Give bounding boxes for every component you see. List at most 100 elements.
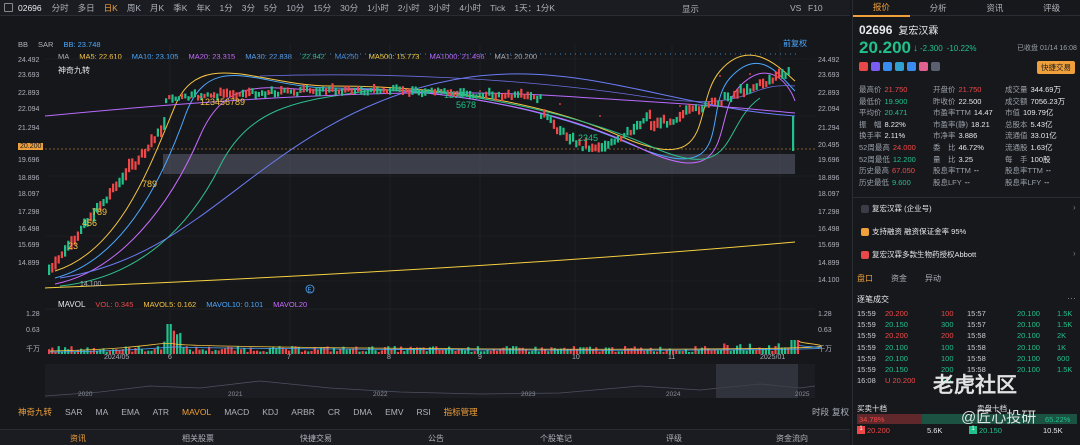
indicator-tab[interactable]: MA	[96, 407, 109, 417]
indicator-tab[interactable]: ARBR	[291, 407, 315, 417]
footer-tab[interactable]: 评级	[666, 433, 682, 444]
candle	[792, 116, 795, 151]
info-row-news[interactable]: 复宏汉霖多款生物药授权Abbott	[861, 249, 976, 260]
price-change-pct: -10.22%	[946, 43, 977, 53]
trade-cell: 300	[941, 320, 954, 330]
footer-tab[interactable]: 公告	[428, 433, 444, 444]
candle	[160, 125, 163, 138]
period-tab[interactable]: 1分	[220, 2, 233, 14]
period-tab[interactable]: 1小时	[367, 2, 389, 14]
period-tab[interactable]: 15分	[313, 2, 331, 14]
period-tab[interactable]: 分时	[52, 2, 69, 14]
stat-value: --	[1044, 177, 1050, 187]
mavol-line: MAVOL VOL: 0.345 MAVOL5: 0.162 MAVOL10: …	[58, 298, 317, 310]
period-tab[interactable]: 5分	[264, 2, 277, 14]
candle	[382, 87, 385, 93]
period-tabs: 分时 多日 日K 周K 月K 季K 年K 1分 3分 5分 10分 15分 30分 1小时 2小时 3小时 4小…	[52, 2, 564, 14]
quote-tab[interactable]: 评级	[1023, 0, 1080, 16]
stat-item: 股息率LFY --	[1005, 177, 1049, 188]
candle	[742, 88, 745, 98]
info-row-company[interactable]: 复宏汉霖 (企业号)	[861, 203, 932, 214]
indicator-tab[interactable]: ATR	[153, 407, 169, 417]
quick-trade-button[interactable]: 快捷交易	[1037, 61, 1075, 74]
stat-value: 9.600	[892, 177, 911, 187]
volume-bar	[169, 324, 172, 354]
fuquan-button[interactable]: 复权	[832, 406, 849, 418]
info-row-margin[interactable]: 支持融资 融资保证金率 95%	[861, 226, 966, 237]
volume-bar	[265, 351, 268, 354]
shiduan-button[interactable]: 时段	[812, 406, 829, 418]
indicator-tab[interactable]: 指标管理	[444, 406, 478, 418]
period-tab[interactable]: 周K	[127, 2, 141, 14]
stat-item: 每 手 100股	[1005, 154, 1051, 165]
chevron-right-icon[interactable]: ›	[1073, 249, 1076, 258]
mavol-title: MAVOL	[58, 299, 86, 309]
chevron-right-icon[interactable]: ›	[1073, 203, 1076, 212]
stat-item: 总股本 5.43亿	[1005, 119, 1053, 130]
period-tab[interactable]: 30分	[340, 2, 358, 14]
f10-button[interactable]: F10	[808, 3, 823, 13]
period-tab[interactable]: 月K	[150, 2, 164, 14]
price-tick: 18.896	[18, 175, 40, 182]
time-tick: 10	[572, 354, 580, 361]
period-tab[interactable]: 2小时	[398, 2, 420, 14]
quote-tab[interactable]: 报价	[853, 0, 910, 17]
indicator-tab[interactable]: RSI	[417, 407, 431, 417]
vs-button[interactable]: VS	[790, 3, 801, 13]
price-tick: 22.893	[818, 90, 840, 97]
period-tab[interactable]: Tick	[490, 3, 505, 13]
candle	[685, 105, 688, 115]
footer-tab[interactable]: 个股笔记	[540, 433, 572, 444]
indicator-tab[interactable]: EMA	[121, 407, 139, 417]
indicator-tab[interactable]: EMV	[385, 407, 403, 417]
trade-cell: 20.100	[1017, 342, 1040, 352]
period-tab[interactable]: 日K	[104, 2, 118, 14]
volume-bar	[316, 349, 319, 354]
candle	[121, 172, 124, 185]
candle	[137, 155, 140, 165]
depth-tab[interactable]: 盘口	[857, 273, 873, 284]
period-tab[interactable]: 季K	[173, 2, 187, 14]
indicator-tab[interactable]: MAVOL	[182, 407, 211, 417]
trade-cell: 20.100	[885, 342, 908, 352]
candle	[411, 86, 414, 95]
indicator-tab[interactable]: KDJ	[262, 407, 278, 417]
time-tick: 2025/01	[760, 354, 786, 361]
display-button[interactable]: 显示	[682, 3, 699, 15]
volume-bar	[140, 348, 143, 354]
period-tab[interactable]: 多日	[78, 2, 95, 14]
expand-icon[interactable]: ⋯	[1067, 293, 1076, 304]
candle	[556, 127, 559, 135]
depth-tab[interactable]: 资金	[891, 273, 907, 284]
volume-bar	[192, 351, 195, 354]
indicator-tab[interactable]: SAR	[65, 407, 82, 417]
quote-tab[interactable]: 资讯	[967, 0, 1024, 16]
candle	[257, 91, 260, 97]
period-tab[interactable]: 3分	[242, 2, 255, 14]
stat-label: 平均价	[859, 108, 882, 118]
candle	[581, 146, 584, 152]
stat-item: 历史最低 9.600	[859, 177, 911, 188]
period-tab[interactable]: 年K	[196, 2, 210, 14]
menu-icon[interactable]	[4, 3, 13, 12]
period-tab[interactable]: 4小时	[459, 2, 481, 14]
indicator-tab[interactable]: MACD	[224, 407, 249, 417]
period-tab[interactable]: 1天：1分K	[514, 2, 555, 14]
footer-tab[interactable]: 相关股票	[182, 433, 214, 444]
period-tab[interactable]: 10分	[286, 2, 304, 14]
footer-tab[interactable]: 快捷交易	[300, 433, 332, 444]
candle	[177, 96, 180, 101]
volume-bar	[460, 348, 463, 354]
kline-chart[interactable]: E	[0, 16, 850, 429]
depth-tab[interactable]: 异动	[925, 273, 941, 284]
trade-cell: 20.100	[1017, 309, 1040, 318]
volume-bar	[675, 350, 678, 354]
indicator-tab[interactable]: 神奇九转	[18, 406, 52, 418]
indicator-tab[interactable]: CR	[328, 407, 340, 417]
footer-tab[interactable]: 资金流向	[776, 433, 808, 444]
quote-tab[interactable]: 分析	[910, 0, 967, 16]
footer-tab[interactable]: 资讯	[70, 433, 86, 444]
indicator-tab[interactable]: DMA	[353, 407, 372, 417]
candle	[730, 96, 733, 103]
period-tab[interactable]: 3小时	[429, 2, 451, 14]
